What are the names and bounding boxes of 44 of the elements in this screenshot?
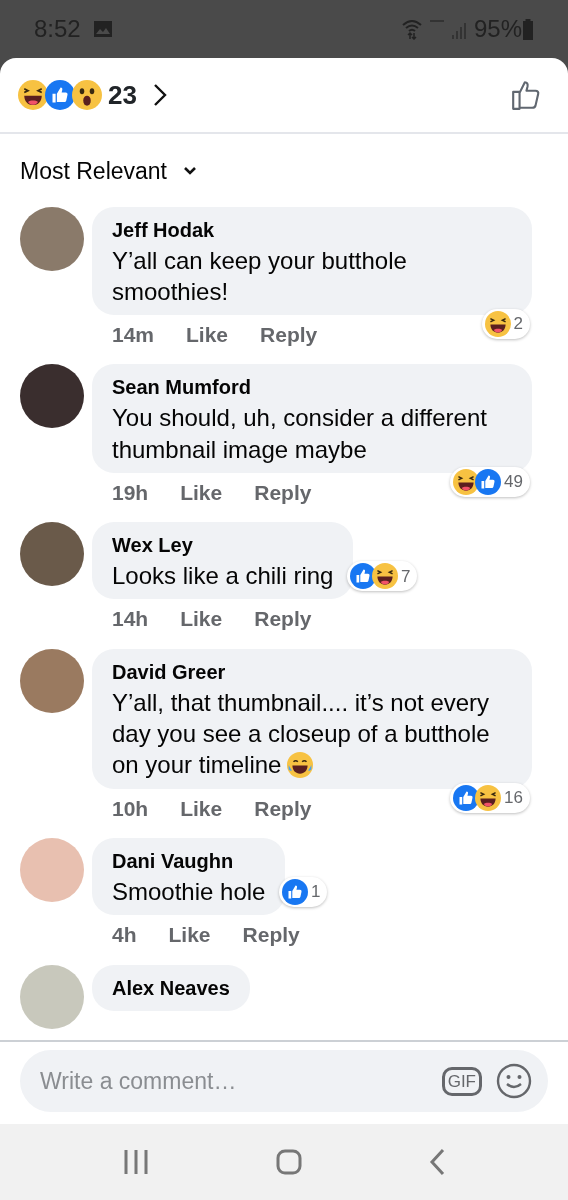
like-link[interactable]: Like xyxy=(168,919,211,951)
reply-link[interactable]: Reply xyxy=(254,603,312,635)
reply-link[interactable]: Reply xyxy=(254,792,312,824)
comment-text: Smoothie hole xyxy=(112,877,266,907)
like-link[interactable]: Like xyxy=(186,318,229,351)
commenter-name: Dani Vaughn xyxy=(112,849,235,874)
reaction-summary: 7 xyxy=(347,561,418,592)
caret-icon xyxy=(183,166,197,177)
recent-apps-icon[interactable] xyxy=(123,1148,150,1176)
comment-time: 10h xyxy=(112,795,149,822)
reply-link[interactable]: Reply xyxy=(260,318,318,351)
like-link[interactable]: Like xyxy=(180,792,223,824)
commenter-name: Alex Neaves xyxy=(112,975,230,1001)
like-link[interactable]: Like xyxy=(180,603,223,635)
reply-link[interactable]: Reply xyxy=(242,919,300,951)
commenter-name: David Greer xyxy=(112,659,227,685)
reaction-summary: 2 xyxy=(481,308,530,339)
reply-link[interactable]: Reply xyxy=(254,476,312,509)
reaction-summary: 49 xyxy=(450,466,530,497)
gif-button[interactable]: GIF xyxy=(441,1066,482,1096)
commenter-name: Jeff Hodak xyxy=(112,217,216,243)
reaction-summary: 1 xyxy=(279,877,328,908)
reaction-count: 23 xyxy=(108,78,137,112)
comment-text: Y’all, that thumbnail.... it’s not every day you see a closeup of a butthole on your timeline xyxy=(112,687,491,781)
comment-time: 4h xyxy=(112,922,137,949)
chevron-right-icon[interactable] xyxy=(152,83,167,107)
comment-time: 14h xyxy=(112,606,149,633)
commenter-name: Sean Mumford xyxy=(112,375,252,401)
wifi-icon xyxy=(401,18,422,40)
image-icon xyxy=(92,20,113,38)
comment-text: You should, uh, consider a different thumbnail image maybe xyxy=(112,403,488,465)
comment-text: Y’all can keep your butthole smoothies! xyxy=(112,245,408,307)
reaction-summary: 16 xyxy=(450,782,530,813)
smiley-icon[interactable] xyxy=(496,1063,532,1099)
home-icon[interactable] xyxy=(276,1149,302,1175)
sort-dropdown[interactable]: Most Relevant xyxy=(20,154,197,189)
like-link[interactable]: Like xyxy=(180,476,223,509)
comment-time: 19h xyxy=(112,479,149,506)
comment-text: Looks like a chili ring xyxy=(112,561,334,592)
commenter-name: Wex Ley xyxy=(112,533,194,559)
back-icon[interactable] xyxy=(428,1148,445,1176)
battery-icon xyxy=(522,18,534,40)
comment-input[interactable]: Write a comment… GIF xyxy=(20,1050,548,1112)
comment-time: 14m xyxy=(112,321,155,348)
